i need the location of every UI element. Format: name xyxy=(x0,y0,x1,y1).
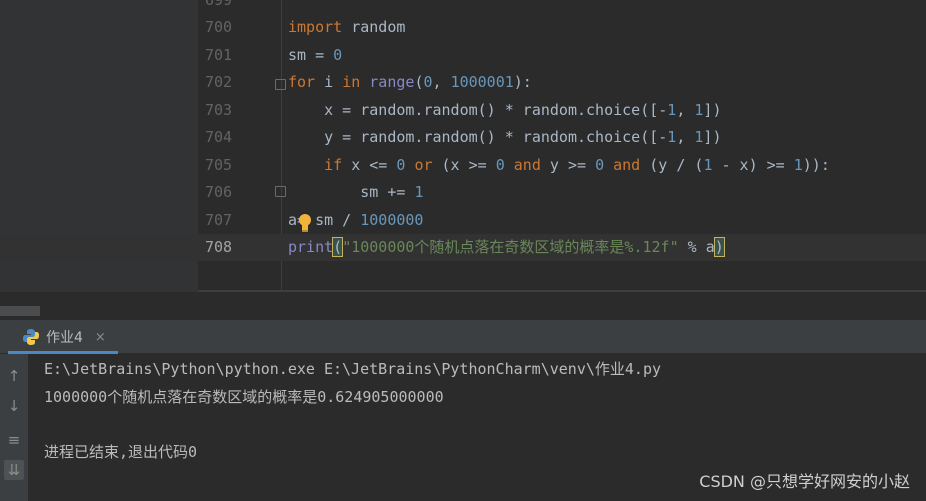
python-icon xyxy=(23,329,39,345)
code-token: x <= xyxy=(342,155,397,174)
code-token: and xyxy=(513,155,541,174)
line-number: 708 xyxy=(205,238,233,256)
line-number: 705 xyxy=(205,155,233,174)
code-token: import xyxy=(288,18,343,36)
code-token: and xyxy=(613,155,641,174)
code-token: 0 xyxy=(595,155,605,174)
arrow-down-icon[interactable]: ↓ xyxy=(4,396,24,416)
code-token: 1 xyxy=(667,100,677,119)
code-token: x = random.random() * random.choice([- xyxy=(288,100,668,119)
code-editor[interactable]: 699 700 import random 701 sm = 0 702 for i in… xyxy=(0,0,926,292)
code-token: 1 xyxy=(793,155,803,174)
line-number: 707 xyxy=(205,210,233,229)
console-line-result: 1000000个随机点落在奇数区域的概率是0.624905000000 xyxy=(44,388,444,406)
code-token: % a xyxy=(678,238,715,256)
code-token: ) xyxy=(713,237,725,257)
code-line[interactable]: 702 for i in range(0, 1000001): xyxy=(0,69,926,96)
console-line-exit: 进程已结束,退出代码0 xyxy=(44,443,198,461)
code-line[interactable]: 700 import random xyxy=(0,14,926,41)
scroll-to-end-icon[interactable]: ⇊ xyxy=(4,460,24,480)
code-token: or xyxy=(414,155,433,174)
line-number: 702 xyxy=(205,73,233,91)
code-token: 0 xyxy=(333,45,343,64)
code-token: ): xyxy=(513,73,532,91)
code-token: ]) xyxy=(703,128,722,146)
lightbulb-icon[interactable] xyxy=(297,213,313,233)
line-number: 704 xyxy=(205,128,233,146)
watermark-text: CSDN @只想学好网安的小赵 xyxy=(699,472,910,491)
run-tab-bar: 作业4 × xyxy=(0,321,926,354)
code-token: ( xyxy=(332,237,344,257)
code-token: in xyxy=(342,73,361,91)
code-text: for i in range(0, 1000001): xyxy=(288,69,532,96)
code-token: i xyxy=(315,73,343,91)
code-token: 0 xyxy=(495,155,505,174)
code-line[interactable]: 705 if x <= 0 or (x >= 0 and y >= 0 and … xyxy=(0,152,926,179)
code-token: 1000000 xyxy=(360,210,424,229)
fold-end-marker-icon[interactable] xyxy=(275,186,286,197)
line-number: 699 xyxy=(205,0,233,9)
code-text: if x <= 0 or (x >= 0 and y >= 0 and (y /… xyxy=(288,152,830,179)
code-token: range xyxy=(369,73,415,91)
run-tab-label: 作业4 xyxy=(46,330,83,346)
code-line[interactable]: 701 sm = 0 xyxy=(0,42,926,69)
code-text: sm = 0 xyxy=(288,42,342,69)
code-token: (x >= xyxy=(432,155,496,174)
code-text: y = random.random() * random.choice([-1,… xyxy=(288,124,721,151)
code-token: , xyxy=(676,128,695,146)
code-token: print xyxy=(288,238,334,256)
code-token: y >= xyxy=(540,155,596,174)
close-tab-icon[interactable]: × xyxy=(95,330,106,345)
code-token: random xyxy=(342,18,406,36)
line-number: 700 xyxy=(205,18,233,36)
code-token: 1 xyxy=(414,183,424,201)
horizontal-scrollbar-thumb[interactable] xyxy=(0,306,40,316)
code-line[interactable]: 708 print("1000000个随机点落在奇数区域的概率是%.12f" % … xyxy=(0,234,926,261)
line-number: 703 xyxy=(205,100,233,119)
code-token: - x) >= xyxy=(712,155,794,174)
soft-wrap-icon[interactable]: ≡ xyxy=(4,430,24,450)
code-token: a xyxy=(288,210,298,229)
code-token: sm = xyxy=(288,45,334,64)
code-token: for xyxy=(288,73,316,91)
code-line[interactable]: 704 y = random.random() * random.choice(… xyxy=(0,124,926,151)
code-token: 1 xyxy=(667,128,677,146)
arrow-up-icon[interactable]: ↑ xyxy=(4,366,24,386)
code-token: 0 xyxy=(423,73,433,91)
code-token: y = random.random() * random.choice([- xyxy=(288,128,668,146)
code-token: "1000000个随机点落在奇数区域的概率是%.12f" xyxy=(342,238,679,256)
code-text: print("1000000个随机点落在奇数区域的概率是%.12f" % a) xyxy=(288,234,725,261)
console-line-command: E:\JetBrains\Python\python.exe E:\JetBra… xyxy=(44,360,661,378)
line-number: 706 xyxy=(205,183,233,201)
run-tab-zuoye4[interactable]: 作业4 × xyxy=(22,321,106,353)
code-token: , xyxy=(676,100,695,119)
code-line[interactable]: 706 sm += 1 xyxy=(0,179,926,206)
line-partial: 699 xyxy=(0,0,926,14)
code-token: sm += xyxy=(288,183,415,201)
run-side-toolbar: ↑ ↓ ≡ ⇊ xyxy=(0,354,28,501)
code-token: , xyxy=(432,73,451,91)
code-token: ]) xyxy=(703,100,722,119)
code-text: x = random.random() * random.choice([-1,… xyxy=(288,97,721,124)
code-text: sm += 1 xyxy=(288,179,423,206)
code-text: import random xyxy=(288,14,405,41)
code-token: 1000001 xyxy=(450,73,514,91)
fold-marker-icon[interactable] xyxy=(275,79,286,90)
code-line[interactable]: 703 x = random.random() * random.choice(… xyxy=(0,97,926,124)
editor-bottom-border xyxy=(198,290,926,292)
code-token: )): xyxy=(802,155,830,174)
code-token: if xyxy=(324,155,343,174)
line-number: 701 xyxy=(205,45,233,64)
code-line[interactable]: 707 a= sm / 1000000 xyxy=(0,207,926,234)
code-token: (y / ( xyxy=(640,155,704,174)
